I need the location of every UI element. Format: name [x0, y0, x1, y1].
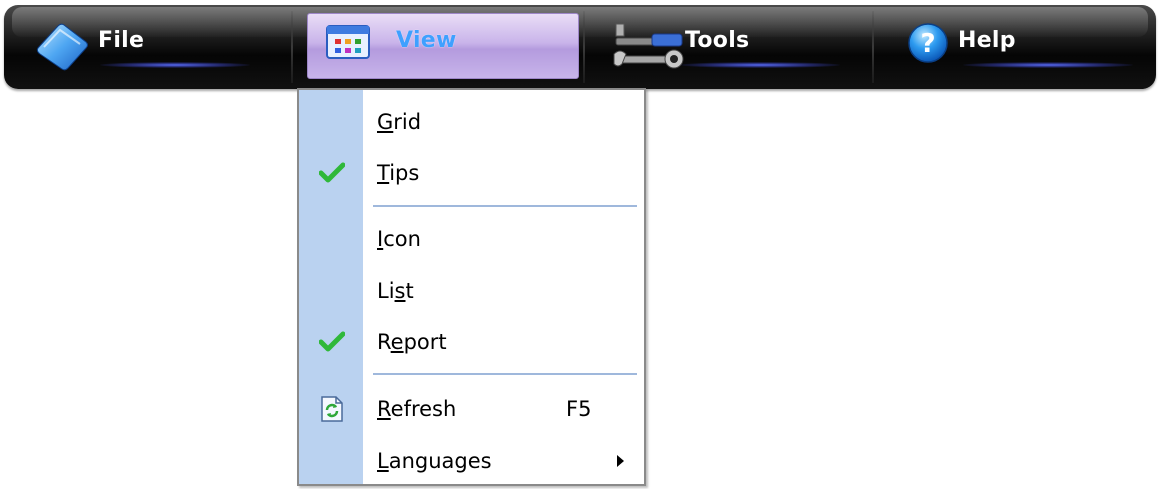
menu-file-label: File — [98, 28, 145, 53]
menubar-separator — [583, 11, 585, 83]
menubar-separator — [872, 11, 874, 83]
menu-item-icon[interactable]: Icon — [299, 216, 644, 264]
menu-help[interactable]: ? Help — [893, 0, 1156, 84]
menu-item-label: Grid — [377, 110, 422, 134]
menu-item-refresh[interactable]: Refresh F5 — [299, 386, 644, 434]
menu-item-list[interactable]: List — [299, 268, 644, 316]
menu-item-label: Refresh — [377, 397, 457, 421]
menu-view[interactable]: View — [307, 0, 577, 84]
menu-item-label: Icon — [377, 227, 421, 251]
menu-item-label: List — [377, 279, 414, 303]
check-icon — [318, 331, 346, 353]
svg-text:?: ? — [920, 29, 935, 59]
menu-item-grid[interactable]: Grid — [299, 99, 644, 147]
submenu-arrow-icon — [617, 455, 624, 467]
menu-separator — [373, 205, 637, 207]
menu-view-label: View — [396, 28, 457, 53]
menu-item-languages[interactable]: Languages — [299, 438, 644, 486]
tools-icon — [612, 18, 688, 78]
window-icon — [326, 25, 370, 63]
menu-file[interactable]: File — [20, 0, 290, 84]
menu-glow — [963, 62, 1133, 68]
menu-help-label: Help — [958, 28, 1016, 53]
check-icon — [318, 162, 346, 184]
menu-glow — [100, 62, 250, 68]
refresh-icon — [319, 395, 345, 427]
menu-separator — [373, 373, 637, 375]
menu-item-tips[interactable]: Tips — [299, 150, 644, 198]
menu-item-report[interactable]: Report — [299, 319, 644, 367]
menu-glow — [680, 62, 840, 68]
shortcut-label: F5 — [566, 397, 592, 421]
menu-tools[interactable]: Tools — [600, 0, 870, 84]
menu-item-label: Report — [377, 330, 447, 354]
help-icon: ? — [907, 22, 949, 68]
menu-item-label: Tips — [377, 161, 420, 185]
view-dropdown-menu: Grid Tips Icon List Report Refresh F5 La… — [297, 88, 646, 486]
folder-icon — [34, 20, 92, 76]
menu-tools-label: Tools — [685, 28, 750, 53]
menu-item-label: Languages — [377, 449, 492, 473]
menubar-separator — [291, 11, 293, 83]
